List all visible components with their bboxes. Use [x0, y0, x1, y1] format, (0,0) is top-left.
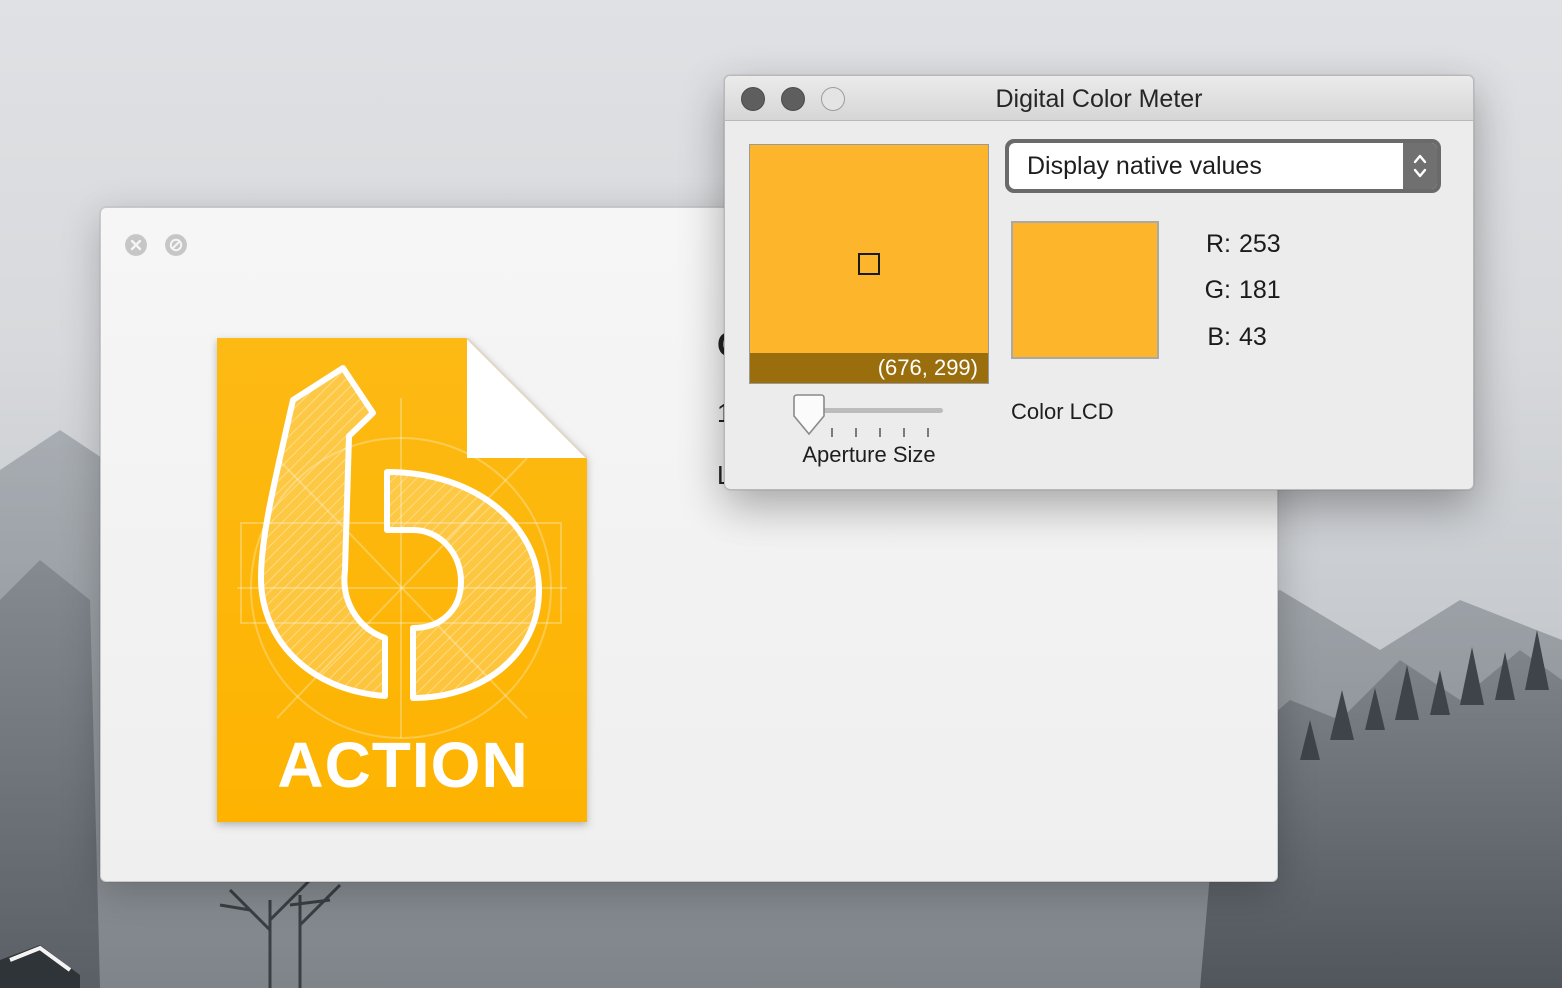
window-title: Digital Color Meter: [995, 85, 1203, 113]
slider-tick: [903, 428, 905, 437]
green-value-row: G: 181: [1195, 276, 1281, 305]
blue-value-row: B: 43: [1195, 323, 1267, 352]
action-file-icon: ACTION: [217, 338, 589, 822]
aperture-indicator: [858, 253, 880, 275]
aperture-size-label: Aperture Size: [802, 442, 936, 467]
color-profile-label: Color LCD: [1011, 399, 1114, 424]
close-icon[interactable]: [125, 234, 147, 256]
titlebar[interactable]: Digital Color Meter: [725, 76, 1473, 121]
aperture-size-slider[interactable]: [791, 394, 981, 444]
red-label: R:: [1206, 230, 1231, 258]
slider-tick: [831, 428, 833, 437]
blue-label: B:: [1207, 323, 1231, 351]
slider-tick: [927, 428, 929, 437]
display-mode-popup[interactable]: Display native values: [1005, 139, 1441, 193]
magnifier-view: (676, 299): [749, 144, 989, 384]
fullscreen-icon[interactable]: [165, 234, 187, 256]
red-value: 253: [1239, 230, 1281, 258]
blue-value: 43: [1239, 323, 1267, 351]
file-type-label: ACTION: [277, 729, 529, 801]
digital-color-meter-window: Digital Color Meter (676, 299) Aperture …: [724, 75, 1474, 490]
slider-tick: [879, 428, 881, 437]
red-value-row: R: 253: [1195, 230, 1281, 259]
cursor-coordinates: (676, 299): [750, 353, 988, 383]
slider-knob[interactable]: [791, 394, 827, 438]
chevron-up-down-icon[interactable]: [1403, 143, 1437, 189]
color-swatch: [1011, 221, 1159, 359]
green-label: G:: [1204, 276, 1231, 304]
green-value: 181: [1239, 276, 1281, 304]
slider-tick: [855, 428, 857, 437]
display-mode-value: Display native values: [1027, 152, 1262, 180]
